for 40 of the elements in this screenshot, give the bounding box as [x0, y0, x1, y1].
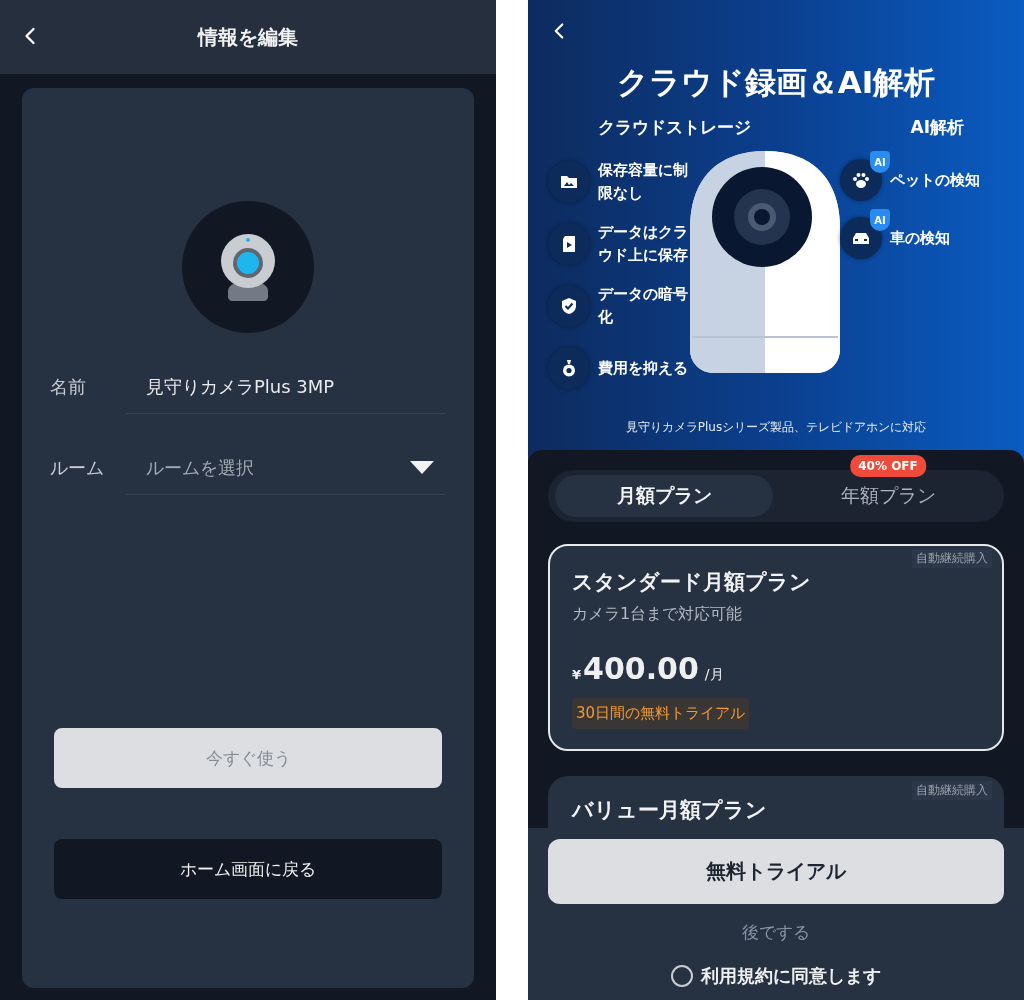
auto-renew-tag: 自動継続購入 — [912, 549, 992, 568]
discount-badge: 40% OFF — [850, 455, 926, 477]
plan-subtitle: カメラ1台まで対応可能 — [572, 604, 744, 626]
plan-title: スタンダード月額プラン — [572, 570, 811, 595]
hero-title: クラウド録画＆AI解析 — [616, 67, 936, 98]
feature-text: 費用を抑える — [598, 357, 689, 379]
room-select[interactable]: ルームを選択 — [126, 441, 446, 495]
field-label: ルーム — [50, 456, 105, 480]
webcam-icon — [218, 233, 278, 301]
terms-label: 利用規約に同意します — [701, 964, 881, 988]
later-link[interactable]: 後でする — [742, 921, 810, 944]
field-label: 名前 — [50, 375, 87, 399]
section-heading: AI解析 — [910, 116, 964, 139]
home-button[interactable]: ホーム画面に戻る — [54, 839, 442, 899]
compatibility-note: 見守りカメラPlusシリーズ製品、テレビドアホンに対応 — [624, 419, 928, 436]
ai-badge: AI — [870, 151, 890, 173]
free-trial-button[interactable]: 無料トライアル — [548, 839, 1004, 904]
plan-tab[interactable]: 月額プラン — [555, 475, 773, 517]
feature-text: ペットの検知 — [890, 169, 981, 191]
price-unit: /月 — [704, 666, 724, 685]
plan-tab[interactable]: 年額プラン — [779, 475, 997, 517]
plan-price: 400.00 — [583, 651, 699, 687]
screen-title: 情報を編集 — [198, 23, 298, 51]
plan-card[interactable]: 自動継続購入 スタンダード月額プラン カメラ1台まで対応可能 ¥400.00 /月 30日間の無料トライアル — [548, 544, 1004, 752]
currency-symbol: ¥ — [572, 667, 582, 683]
name-field[interactable]: 見守りカメラPlus 3MP — [126, 360, 446, 414]
feature-text: データの暗号化 — [598, 284, 689, 328]
paw-icon — [851, 170, 871, 190]
feature-text: 車の検知 — [890, 227, 951, 249]
section-heading: クラウドストレージ — [598, 116, 751, 139]
plan-title: バリュー月額プラン — [572, 798, 767, 823]
auto-renew-tag: 自動継続購入 — [912, 781, 992, 801]
dropdown-icon — [410, 461, 434, 474]
ai-badge: AI — [870, 209, 890, 231]
trial-tag: 30日間の無料トライアル — [572, 698, 750, 730]
plan-card[interactable]: 自動継続購入 バリュー月額プラン — [548, 776, 1004, 828]
shield-check-icon — [559, 296, 579, 316]
terms-radio[interactable] — [671, 965, 693, 987]
feature-text: 保存容量に制限なし — [598, 160, 689, 204]
feature-text: データはクラウド上に保存 — [598, 222, 689, 266]
